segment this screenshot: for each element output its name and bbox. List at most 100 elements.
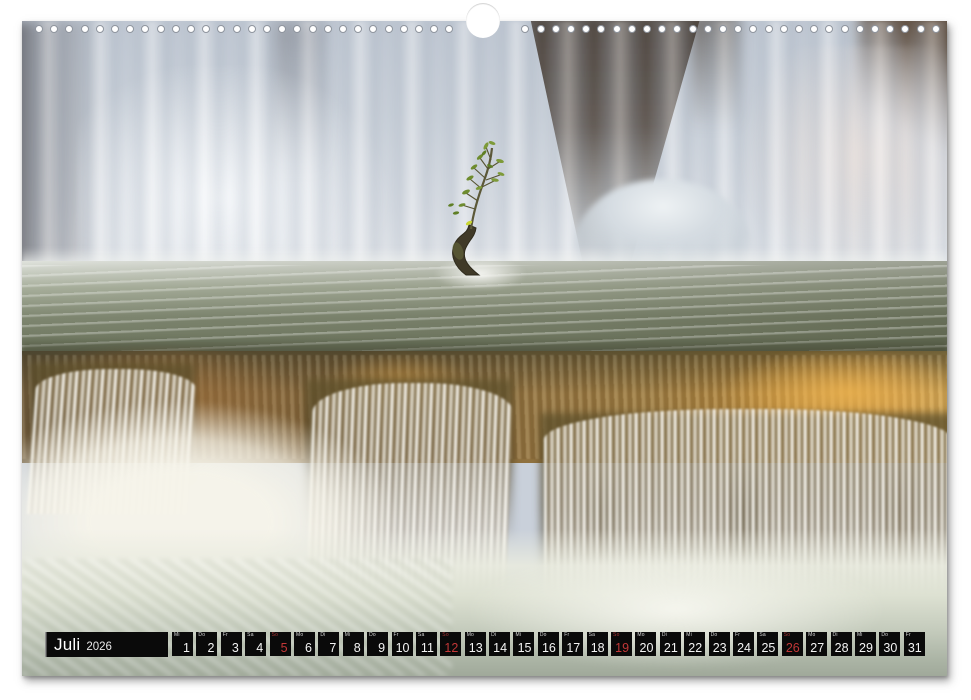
binder-hole bbox=[795, 25, 803, 33]
binder-hole bbox=[841, 25, 849, 33]
sapling-illustration bbox=[422, 133, 537, 283]
weekday-label: Do bbox=[881, 633, 888, 638]
binder-hole bbox=[689, 25, 697, 33]
calendar-product-shot: Juli 2026 Mi1Do2Fr3Sa4So5Mo6Di7Mi8Do9Fr1… bbox=[0, 0, 971, 700]
weekday-label: Sa bbox=[759, 633, 766, 638]
binder-hole bbox=[780, 25, 788, 33]
day-number: 29 bbox=[859, 642, 873, 654]
binder-hole bbox=[263, 25, 271, 33]
weekday-label: So bbox=[272, 633, 279, 638]
weekday-label: Di bbox=[320, 633, 325, 638]
photo-layer-foam-streaks bbox=[22, 559, 452, 676]
binder-hole bbox=[309, 25, 317, 33]
weekday-label: Mi bbox=[857, 633, 863, 638]
day-cell: Mi1 bbox=[172, 632, 193, 656]
weekday-label: Do bbox=[369, 633, 376, 638]
day-cell: Mi15 bbox=[513, 632, 534, 656]
day-cell: Sa18 bbox=[587, 632, 608, 656]
weekday-label: Di bbox=[833, 633, 838, 638]
day-number: 21 bbox=[664, 642, 678, 654]
day-number: 10 bbox=[396, 642, 410, 654]
binder-hole bbox=[339, 25, 347, 33]
binder-hole bbox=[141, 25, 149, 33]
weekday-label: Mi bbox=[174, 633, 180, 638]
day-cell: So 19 bbox=[611, 632, 632, 656]
weekday-label: Mo bbox=[296, 633, 303, 638]
binder-hole bbox=[217, 25, 225, 33]
day-cell: Di 14 bbox=[489, 632, 510, 656]
day-number: 4 bbox=[256, 642, 263, 654]
day-number: 23 bbox=[713, 642, 727, 654]
day-cell: So 12 bbox=[440, 632, 461, 656]
binder-hole bbox=[415, 25, 423, 33]
weekday-label: Fr bbox=[223, 633, 228, 638]
day-number: 30 bbox=[883, 642, 897, 654]
weekday-label: Mo bbox=[808, 633, 815, 638]
weekday-label: So bbox=[613, 633, 620, 638]
day-number: 1 bbox=[183, 642, 190, 654]
weekday-label: Mi bbox=[686, 633, 692, 638]
binder-hole bbox=[354, 25, 362, 33]
day-cell: Di 7 bbox=[318, 632, 339, 656]
weekday-label: Di bbox=[491, 633, 496, 638]
binder-hole bbox=[734, 25, 742, 33]
day-number: 20 bbox=[640, 642, 654, 654]
binder-hole bbox=[613, 25, 621, 33]
day-number: 7 bbox=[329, 642, 336, 654]
day-number: 2 bbox=[207, 642, 214, 654]
binder-hole bbox=[385, 25, 393, 33]
binder-hole bbox=[628, 25, 636, 33]
binder-hole bbox=[643, 25, 651, 33]
day-number: 14 bbox=[493, 642, 507, 654]
day-number: 12 bbox=[444, 642, 458, 654]
binder-hole bbox=[917, 25, 925, 33]
day-cell: Fr 10 bbox=[392, 632, 413, 656]
binder-hole bbox=[597, 25, 605, 33]
binder-hole bbox=[552, 25, 560, 33]
binder-hole bbox=[704, 25, 712, 33]
day-number: 28 bbox=[835, 642, 849, 654]
weekday-label: Fr bbox=[394, 633, 399, 638]
binder-hole bbox=[126, 25, 134, 33]
weekday-label: Do bbox=[711, 633, 718, 638]
day-cell: Mo20 bbox=[635, 632, 656, 656]
day-cell: Do 23 bbox=[709, 632, 730, 656]
day-number: 24 bbox=[737, 642, 751, 654]
binder-hole bbox=[932, 25, 940, 33]
day-cell: Fr 17 bbox=[562, 632, 583, 656]
binder-hole bbox=[81, 25, 89, 33]
binder-hole bbox=[673, 25, 681, 33]
weekday-label: Mi bbox=[515, 633, 521, 638]
binder-hole bbox=[810, 25, 818, 33]
day-cell: Do2 bbox=[196, 632, 217, 656]
binder-hole bbox=[537, 25, 545, 33]
month-box: Juli 2026 bbox=[45, 632, 168, 657]
day-cell: Do9 bbox=[367, 632, 388, 656]
binder-hole bbox=[35, 25, 43, 33]
day-cell: Mo13 bbox=[465, 632, 486, 656]
day-number: 3 bbox=[232, 642, 239, 654]
day-cells: Mi1Do2Fr3Sa4So5Mo6Di7Mi8Do9Fr10Sa11So12M… bbox=[172, 632, 925, 657]
binder-hole bbox=[369, 25, 377, 33]
day-number: 27 bbox=[810, 642, 824, 654]
day-cell: Mi8 bbox=[343, 632, 364, 656]
weekday-label: Fr bbox=[906, 633, 911, 638]
day-number: 19 bbox=[615, 642, 629, 654]
binder-hole bbox=[749, 25, 757, 33]
day-cell: Fr 3 bbox=[221, 632, 242, 656]
weekday-label: Do bbox=[540, 633, 547, 638]
binder-hole bbox=[765, 25, 773, 33]
weekday-label: Di bbox=[662, 633, 667, 638]
binder-hole bbox=[658, 25, 666, 33]
day-cell: Mo6 bbox=[294, 632, 315, 656]
weekday-label: So bbox=[784, 633, 791, 638]
weekday-label: So bbox=[442, 633, 449, 638]
binder-hole bbox=[248, 25, 256, 33]
day-cell: Di 21 bbox=[660, 632, 681, 656]
calendar-page: Juli 2026 Mi1Do2Fr3Sa4So5Mo6Di7Mi8Do9Fr1… bbox=[22, 21, 947, 676]
month-label: Juli bbox=[54, 632, 80, 657]
binder-hole bbox=[202, 25, 210, 33]
day-number: 5 bbox=[281, 642, 288, 654]
day-number: 17 bbox=[566, 642, 580, 654]
weekday-label: Fr bbox=[564, 633, 569, 638]
